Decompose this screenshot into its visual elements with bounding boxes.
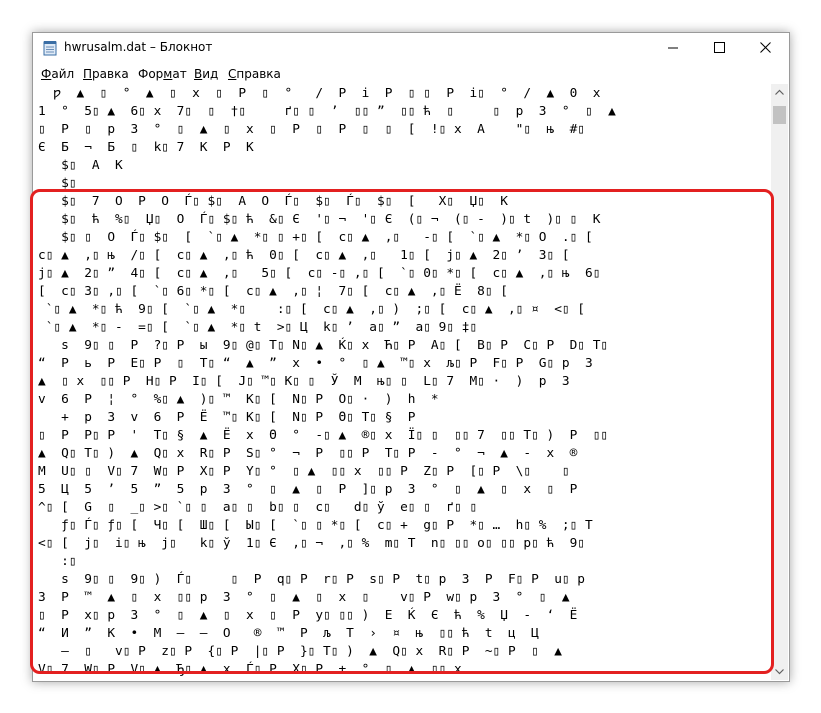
text-line: 3 P ™ ▲ ▯ x ▯▯ р 3 ° ▯ ▲ ▯ x ▯ v▯ P w▯ р… [38, 590, 570, 605]
menu-view[interactable]: Вид [194, 67, 218, 81]
text-line: $▯ A K [38, 158, 123, 173]
text-line: j▯ ▲ 2▯ ” 4▯ [ c▯ ▲ ,▯ 5▯ [ c▯ -▯ ,▯ [ `… [38, 266, 601, 281]
title-bar[interactable]: hwrusalm.dat – Блокнот [33, 33, 789, 63]
close-button[interactable] [743, 33, 789, 63]
window-title: hwrusalm.dat – Блокнот [64, 40, 213, 54]
menu-view-label: ид [202, 67, 219, 81]
text-line: [ c▯ 3▯ ,▯ [ `▯ 6▯ *▯ [ c▯ ▲ ,▯ ¦ 7▯ [ c… [38, 284, 508, 299]
text-line: M U▯ ▯ V▯ 7 W▯ P X▯ P Y▯ ° ▯ ▲ ▯▯ x ▯▯ P… [38, 464, 570, 479]
text-line: “ P ь P E▯ P ▯ T▯ “ ▲ ” x • ° ▯ ▲ ™▯ x љ… [38, 356, 593, 371]
text-line: :▯ [38, 554, 77, 569]
text-line: Є Б ¬ Б ▯ k▯ 7 K P K [38, 140, 254, 155]
text-line: $▯ ћ %▯ Џ▯ O Ѓ▯ $▯ ћ &▯ Є '▯ ¬ '▯ Є (▯ ¬… [38, 212, 601, 227]
text-line: – ▯ v▯ P z▯ P {▯ P |▯ P }▯ T▯ ) ▲ Q▯ x R… [38, 644, 562, 659]
text-line: ƿ ▲ ▯ ° ▲ ▯ x ▯ P ▯ ° / P i P ▯ ▯ P i▯ °… [38, 86, 601, 101]
menu-edit-accel: П [83, 67, 93, 81]
menu-file-label: айл [51, 67, 75, 81]
text-line: ▯ P ▯ р 3 ° ▯ ▲ ▯ x ▯ P ▯ P ▯ ▯ [ !▯ x A… [38, 122, 586, 137]
menu-file-accel: Ф [41, 67, 52, 81]
notepad-window: hwrusalm.dat – Блокнот Файл Правка Форма… [32, 32, 790, 682]
text-line: $▯ ▯ O Ѓ▯ $▯ [ `▯ ▲ *▯ ▯ +▯ [ c▯ ▲ ,▯ -▯… [38, 230, 593, 245]
menu-file[interactable]: Файл [41, 67, 74, 81]
menu-format-label: ат [172, 67, 187, 81]
menu-format[interactable]: Формат [138, 67, 187, 81]
notepad-app-icon [43, 41, 57, 56]
text-line: <▯ [ j▯ i▯ њ j▯ k▯ ў 1▯ Є ,▯ ¬ ,▯ % m▯ T… [38, 536, 586, 551]
text-line: c▯ ▲ ,▯ њ /▯ [ c▯ ▲ ,▯ ћ 0▯ [ c▯ ▲ ,▯ 1▯… [38, 248, 570, 263]
menu-format-pre: Фор [138, 67, 164, 81]
scroll-up-arrow-icon[interactable] [771, 84, 788, 101]
vertical-scrollbar[interactable] [771, 84, 788, 680]
minimize-button[interactable] [651, 33, 697, 63]
text-line: + р 3 v 6 P Ё ™▯ K▯ [ N▯ P Θ▯ T▯ § P [38, 410, 416, 425]
text-line: v 6 P ¦ ° %▯ ▲ )▯ ™ K▯ [ N▯ P O▯ · ) h * [38, 392, 439, 407]
close-icon [760, 42, 771, 53]
menu-bar: Файл Правка Формат Вид Справка [33, 64, 789, 84]
text-line: $▯ 7 O P O Ѓ▯ $▯ A O Ѓ▯ $▯ Ѓ▯ $▯ [ X▯ Џ▯… [38, 194, 508, 209]
text-line: `▯ ▲ *▯ ћ 9▯ [ `▯ ▲ *▯ :▯ [ c▯ ▲ ,▯ ) ;▯… [38, 302, 586, 317]
text-line: ▯ P x▯ р 3 ° ▯ ▲ ▯ x ▯ P y▯ ▯▯ ) E Ќ Є ћ… [38, 608, 578, 623]
maximize-icon [714, 42, 725, 53]
text-line: 5 Ц 5 ’ 5 ” 5 р 3 ° ▯ ▲ ▯ P ]▯ р 3 ° ▯ ▲… [38, 482, 578, 497]
minimize-icon [668, 47, 678, 49]
scrollbar-thumb[interactable] [773, 106, 786, 124]
text-line: `▯ ▲ *▯ - =▯ [ `▯ ▲ *▯ t >▯ Ц k▯ ’ a▯ ” … [38, 320, 478, 335]
maximize-button[interactable] [697, 33, 743, 63]
menu-help[interactable]: Справка [228, 67, 281, 81]
text-line: “ И ” K • M – — O ® ™ P љ T › ¤ њ ▯▯ ћ t… [38, 626, 539, 641]
menu-view-accel: В [194, 67, 203, 81]
menu-format-accel: м [163, 67, 173, 81]
text-line: ▲ Q▯ T▯ ) ▲ Q▯ x R▯ P S▯ ° ¬ P ▯▯ P T▯ P… [38, 446, 578, 461]
text-line: s 9▯ ▯ P ?▯ P ы 9▯ @▯ T▯ N▯ ▲ Ќ▯ x Ћ▯ P … [38, 338, 609, 353]
text-line: $▯ [38, 176, 77, 191]
text-editor[interactable]: ƿ ▲ ▯ ° ▲ ▯ x ▯ P ▯ ° / P i P ▯ ▯ P i▯ °… [34, 84, 771, 681]
menu-edit-label: равка [92, 67, 129, 81]
text-line: 1 ° 5▯ ▲ 6▯ x 7▯ ▯ †▯ ґ▯ ▯ ’ ▯▯ ” ▯▯ ћ ▯… [38, 104, 616, 119]
text-line: s 9▯ ▯ 9▯ ) Ѓ▯ ▯ P q▯ P r▯ P s▯ P t▯ р 3… [38, 572, 586, 587]
menu-help-label: правка [236, 67, 281, 81]
text-line: ^▯ [ G ▯ _▯ >▯ `▯ ▯ a▯ ▯ b▯ ▯ c▯ d▯ ў e▯… [38, 500, 478, 515]
text-line: ƒ▯ Ѓ▯ ƒ▯ [ Ч▯ [ Ш▯ [ Ы▯ [ `▯ ▯ *▯ [ c▯ +… [38, 518, 593, 533]
text-line: V▯ 7 W▯ P V▯ ▲ Ђ▯ ▲ x Ѓ▯ P X▯ P ± ° ▯ ▲ … [38, 662, 462, 677]
scroll-down-arrow-icon[interactable] [771, 663, 788, 680]
menu-edit[interactable]: Правка [83, 67, 129, 81]
text-line: ▯ P P▯ P ' T▯ § ▲ Ё x Θ ° -▯ ▲ ®▯ x Ї▯ ▯… [38, 428, 609, 443]
text-line: ▲ ▯ x ▯▯ P H▯ P I▯ [ J▯ ™▯ K▯ ▯ Ў M њ▯ ▯… [38, 374, 570, 389]
